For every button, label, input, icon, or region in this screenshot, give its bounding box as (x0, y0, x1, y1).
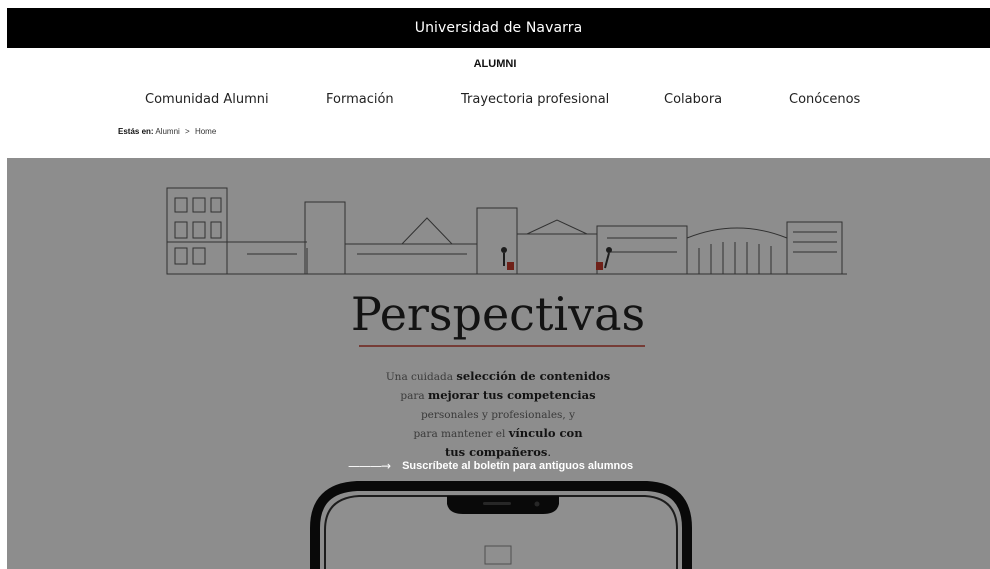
nav-item-conocenos[interactable]: Conócenos (789, 92, 860, 107)
breadcrumb-item-home: Home (194, 127, 217, 136)
nav-item-trayectoria-profesional[interactable]: Trayectoria profesional (461, 92, 609, 107)
nav-item-comunidad-alumni[interactable]: Comunidad Alumni (145, 92, 269, 107)
section-title[interactable]: ALUMNI (0, 58, 990, 70)
arrow-right-icon: ———→ (348, 459, 391, 473)
hero-banner: Perspectivas Una cuidada selección de co… (7, 158, 990, 569)
main-navigation: Comunidad Alumni Formación Trayectoria p… (0, 92, 990, 112)
breadcrumb-separator: > (185, 127, 190, 136)
newsletter-subscribe-link[interactable]: ———→ Suscríbete al boletín para antiguos… (348, 459, 633, 473)
newsletter-subscribe-label: Suscríbete al boletín para antiguos alum… (402, 460, 634, 472)
hero-dark-overlay (7, 158, 990, 569)
nav-item-colabora[interactable]: Colabora (664, 92, 722, 107)
university-header-bar: Universidad de Navarra (7, 8, 990, 48)
university-name[interactable]: Universidad de Navarra (415, 20, 583, 36)
breadcrumb: Estás en: Alumni > Home (118, 127, 216, 136)
breadcrumb-prefix: Estás en: (118, 127, 154, 136)
nav-item-formacion[interactable]: Formación (326, 92, 394, 107)
breadcrumb-item-alumni[interactable]: Alumni (155, 127, 179, 136)
